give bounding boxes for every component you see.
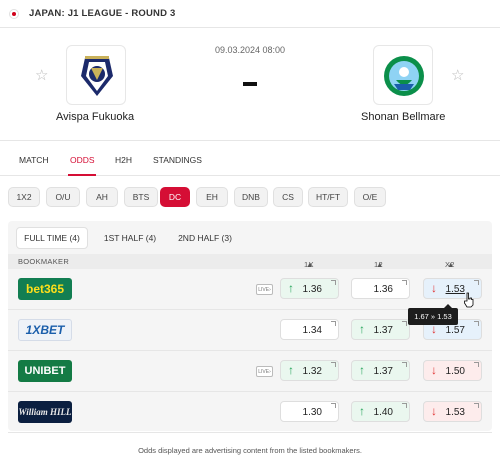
arrow-up-icon: ↑ [288, 281, 294, 295]
external-link-icon [331, 362, 336, 367]
sort-arrow-icon: ▲ [376, 260, 384, 269]
bet-type-ah[interactable]: AH [86, 187, 118, 207]
home-team-logo[interactable] [66, 45, 126, 105]
favorite-star-icon[interactable]: ☆ [451, 66, 464, 84]
score-dash [243, 82, 257, 86]
league-title[interactable]: JAPAN: J1 LEAGUE - ROUND 3 [29, 8, 176, 19]
home-team-name[interactable]: Avispa Fukuoka [56, 111, 134, 123]
sort-arrow-icon: ▲ [306, 260, 314, 269]
table-row: UNIBET LIVE › ↑ 1.32 ↑ 1.37 ↓ 1.50 [8, 351, 492, 392]
arrow-up-icon: ↑ [359, 363, 365, 377]
tab-odds[interactable]: ODDS [70, 155, 95, 165]
away-team-name[interactable]: Shonan Bellmare [361, 111, 445, 123]
bet-type-htft[interactable]: HT/FT [308, 187, 348, 207]
bet-type-oe[interactable]: O/E [354, 187, 386, 207]
odds-panel: FULL TIME (4) 1ST HALF (4) 2ND HALF (3) … [8, 221, 492, 433]
hand-pointer-cursor-icon [464, 292, 474, 308]
bet-type-1x2[interactable]: 1X2 [8, 187, 40, 207]
odds-change-tooltip: 1.67 » 1.53 [408, 304, 458, 325]
bet-type-dc[interactable]: DC [160, 187, 190, 207]
bookmaker-logo-william-hill[interactable]: William HILL [18, 401, 72, 423]
period-1st-half[interactable]: 1ST HALF (4) [98, 227, 162, 249]
odds-cell-12[interactable]: ↑ 1.40 [351, 401, 410, 422]
table-row: bet365 LIVE › ↑ 1.36 1.36 ↓ 1.53 [8, 269, 492, 310]
bet-type-dnb[interactable]: DNB [234, 187, 268, 207]
bookmaker-column-header: BOOKMAKER [18, 257, 70, 266]
tab-standings[interactable]: STANDINGS [153, 155, 202, 165]
bookmaker-logo-1xbet[interactable]: 1XBET [18, 319, 72, 341]
arrow-up-icon: ↑ [288, 363, 294, 377]
bet-type-bts[interactable]: BTS [124, 187, 158, 207]
bet-type-eh[interactable]: EH [196, 187, 228, 207]
match-header: 09.03.2024 08:00 ☆ Avispa Fukuoka Shonan… [0, 28, 500, 140]
sort-arrow-icon: ▲ [447, 260, 455, 269]
external-link-icon [474, 362, 479, 367]
tab-h2h[interactable]: H2H [115, 155, 132, 165]
odds-cell-12[interactable]: ↑ 1.37 [351, 360, 410, 381]
arrow-up-icon: ↑ [359, 322, 365, 336]
external-link-icon [474, 403, 479, 408]
period-full-time[interactable]: FULL TIME (4) [16, 227, 88, 249]
arrow-up-icon: ↑ [359, 404, 365, 418]
odds-cell-12[interactable]: 1.36 [351, 278, 410, 299]
table-row: William HILL 1.30 ↑ 1.40 ↓ 1.53 [8, 392, 492, 433]
external-link-icon [331, 280, 336, 285]
odds-disclaimer: Odds displayed are advertising content f… [138, 446, 362, 455]
external-link-icon [402, 403, 407, 408]
match-tabs: MATCH ODDS H2H STANDINGS [0, 140, 500, 176]
odds-cell-1x[interactable]: 1.30 [280, 401, 339, 422]
arrow-down-icon: ↓ [431, 281, 437, 295]
external-link-icon [402, 321, 407, 326]
bookmaker-logo-bet365[interactable]: bet365 [18, 278, 72, 300]
japan-flag-icon [9, 8, 19, 19]
tab-match[interactable]: MATCH [19, 155, 49, 165]
bookmaker-logo-unibet[interactable]: UNIBET [18, 360, 72, 382]
bet-type-ou[interactable]: O/U [46, 187, 80, 207]
bet-type-cs[interactable]: CS [273, 187, 303, 207]
external-link-icon [474, 321, 479, 326]
odds-table-header: BOOKMAKER 1X ▲ 12 ▲ X2 ▲ [8, 254, 492, 269]
active-tab-indicator [68, 174, 96, 176]
period-2nd-half[interactable]: 2ND HALF (3) [172, 227, 238, 249]
odds-cell-x2[interactable]: ↓ 1.53 [423, 401, 482, 422]
live-badge-icon[interactable]: LIVE › [256, 366, 273, 377]
odds-cell-x2[interactable]: ↓ 1.50 [423, 360, 482, 381]
odds-cell-1x[interactable]: ↑ 1.32 [280, 360, 339, 381]
odds-cell-1x[interactable]: 1.34 [280, 319, 339, 340]
external-link-icon [402, 362, 407, 367]
away-team-logo[interactable] [373, 45, 433, 105]
odds-cell-12[interactable]: ↑ 1.37 [351, 319, 410, 340]
external-link-icon [331, 321, 336, 326]
favorite-star-icon[interactable]: ☆ [35, 66, 48, 84]
arrow-down-icon: ↓ [431, 363, 437, 377]
odds-cell-1x[interactable]: ↑ 1.36 [280, 278, 339, 299]
arrow-down-icon: ↓ [431, 404, 437, 418]
external-link-icon [474, 280, 479, 285]
league-bar: JAPAN: J1 LEAGUE - ROUND 3 [0, 0, 500, 28]
external-link-icon [331, 403, 336, 408]
external-link-icon [402, 280, 407, 285]
live-badge-icon[interactable]: LIVE › [256, 284, 273, 295]
